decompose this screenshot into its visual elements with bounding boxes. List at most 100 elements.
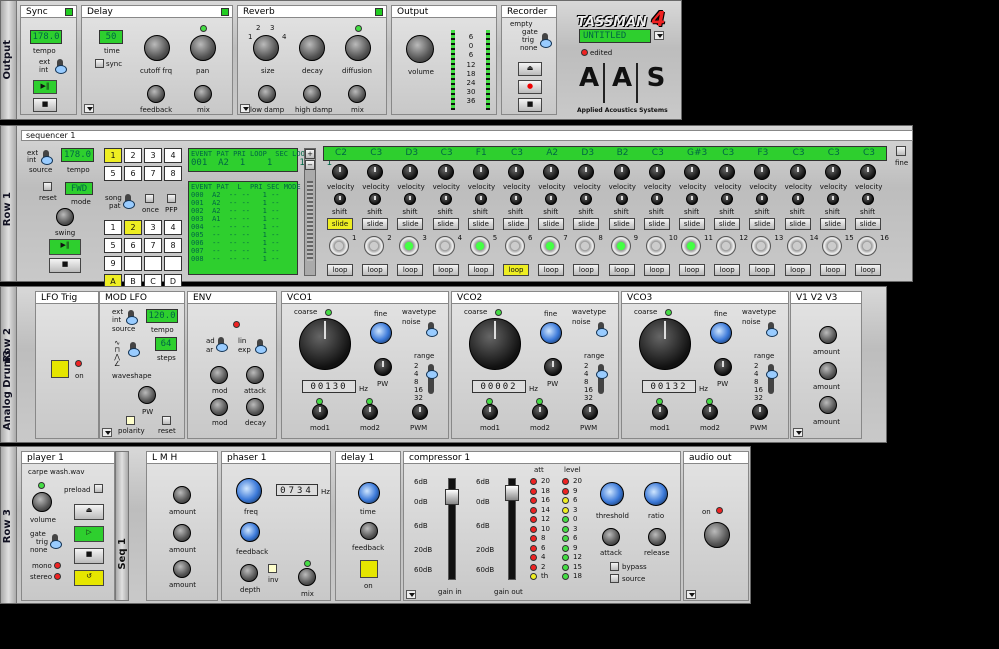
velocity-knob[interactable] xyxy=(332,164,348,180)
velocity-knob[interactable] xyxy=(719,164,736,180)
shift-knob[interactable] xyxy=(791,193,804,205)
env-lin-exp-switch[interactable] xyxy=(255,339,267,354)
slide-button[interactable]: slide xyxy=(714,218,741,230)
gain-out-fader[interactable] xyxy=(505,485,519,501)
step-note[interactable]: C2 xyxy=(335,148,347,158)
once-button[interactable] xyxy=(145,194,154,203)
slide-button[interactable]: slide xyxy=(432,218,459,230)
lmh-knob-3[interactable] xyxy=(173,560,191,578)
sync-stop-button[interactable]: ■ xyxy=(33,98,57,112)
vco-fine-knob[interactable] xyxy=(710,322,732,344)
velocity-knob[interactable] xyxy=(684,164,700,180)
phaser-depth-knob[interactable] xyxy=(240,564,258,582)
gate-button[interactable] xyxy=(364,236,385,256)
vco-mod1-knob[interactable] xyxy=(482,404,498,420)
loop-button[interactable]: loop xyxy=(432,264,459,276)
phaser-mix-knob[interactable] xyxy=(298,568,316,586)
slide-button[interactable]: slide xyxy=(643,218,670,230)
step-note[interactable]: F1 xyxy=(476,148,487,158)
shift-knob[interactable] xyxy=(862,193,874,205)
bank-pad-blank[interactable] xyxy=(164,256,182,271)
vco-pw-knob[interactable] xyxy=(714,358,732,376)
mod-lfo-pw-knob[interactable] xyxy=(138,386,156,404)
vco-wave-switch[interactable] xyxy=(596,322,608,337)
loop-button[interactable]: loop xyxy=(503,264,529,276)
song-row[interactable]: 000 A2 -- -- 1 -- xyxy=(191,191,295,199)
vco-coarse-knob[interactable] xyxy=(299,318,351,370)
env-ad-ar-switch[interactable] xyxy=(216,337,228,352)
step-note[interactable]: C3 xyxy=(652,148,664,158)
vco-range-switch[interactable] xyxy=(766,364,778,394)
loop-button[interactable]: loop xyxy=(362,264,389,276)
vco-coarse-knob[interactable] xyxy=(639,318,691,370)
gate-button[interactable] xyxy=(505,236,525,256)
gain-out-track[interactable] xyxy=(505,478,519,580)
sync-source-switch[interactable] xyxy=(55,59,67,74)
recorder-eject-button[interactable]: ⏏ xyxy=(518,62,542,76)
song-row[interactable]: 005 -- -- -- 1 -- xyxy=(191,231,295,239)
song-pat-switch[interactable] xyxy=(123,194,135,209)
song-row[interactable]: 002 A2 -- -- 1 -- xyxy=(191,207,295,215)
gate-button[interactable] xyxy=(645,236,666,256)
slide-button[interactable]: slide xyxy=(467,218,494,230)
loop-button[interactable]: loop xyxy=(397,264,424,276)
vco-mod2-knob[interactable] xyxy=(702,404,718,420)
loop-button[interactable]: loop xyxy=(608,264,635,276)
shift-knob[interactable] xyxy=(580,193,593,205)
step-note[interactable]: C3 xyxy=(863,148,875,158)
shift-knob[interactable] xyxy=(686,193,698,205)
song-row[interactable]: 001 A2 -- -- 1 -- xyxy=(191,199,295,207)
player-loop-button[interactable]: ↺ xyxy=(74,570,104,586)
loop-button[interactable]: loop xyxy=(573,264,600,276)
mod-lfo-menu-arrow[interactable] xyxy=(102,428,112,437)
delay-menu-arrow[interactable] xyxy=(84,104,94,113)
output-volume-knob[interactable] xyxy=(406,35,434,63)
gate-button[interactable] xyxy=(329,236,349,256)
pattern-pad[interactable]: 7 xyxy=(144,166,162,181)
gate-button[interactable] xyxy=(610,236,631,256)
seq-play-button[interactable]: ▶‖ xyxy=(49,239,81,255)
vco-wave-switch[interactable] xyxy=(426,322,438,337)
sync-play-button[interactable]: ▶‖ xyxy=(33,80,57,94)
shift-knob[interactable] xyxy=(615,193,628,205)
vco-mod2-knob[interactable] xyxy=(532,404,548,420)
vco-mod1-knob[interactable] xyxy=(652,404,668,420)
reverb-menu-arrow[interactable] xyxy=(240,104,250,113)
attack-knob[interactable] xyxy=(602,528,620,546)
phaser-freq-knob[interactable] xyxy=(236,478,262,504)
player-eject-button[interactable]: ⏏ xyxy=(74,504,104,520)
slide-button[interactable]: slide xyxy=(538,218,565,230)
file-name-display[interactable]: UNTITLED xyxy=(579,29,651,43)
delay-cutoff-knob[interactable] xyxy=(144,35,170,61)
velocity-knob[interactable] xyxy=(648,164,665,180)
delay-pan-knob[interactable] xyxy=(190,35,216,61)
pattern-pad[interactable]: 8 xyxy=(164,166,182,181)
velocity-knob[interactable] xyxy=(613,164,630,180)
lmh-knob-2[interactable] xyxy=(173,524,191,542)
vco-pwm-knob[interactable] xyxy=(412,404,428,420)
slide-button[interactable]: slide xyxy=(397,218,424,230)
step-note[interactable]: C3 xyxy=(793,148,805,158)
seq-source-switch[interactable] xyxy=(41,150,53,165)
pattern-pad[interactable]: 6 xyxy=(124,166,142,181)
gate-button[interactable] xyxy=(857,236,877,256)
shift-knob[interactable] xyxy=(721,193,734,205)
loop-button[interactable]: loop xyxy=(784,264,811,276)
reverb-diffusion-knob[interactable] xyxy=(345,35,371,61)
velocity-knob[interactable] xyxy=(402,164,419,180)
step-note[interactable]: C3 xyxy=(441,148,453,158)
gate-button[interactable] xyxy=(786,236,807,256)
scroll-track[interactable] xyxy=(307,181,313,261)
loop-button[interactable]: loop xyxy=(467,264,494,276)
source-checkbox[interactable] xyxy=(610,574,619,583)
velocity-knob[interactable] xyxy=(543,164,560,180)
release-knob[interactable] xyxy=(648,528,666,546)
pattern-pad[interactable]: 1 xyxy=(104,148,122,163)
step-note[interactable]: B2 xyxy=(617,148,629,158)
song-table[interactable]: EVENT PAT L PRI SEC MODE 000 A2 -- -- 1 -… xyxy=(188,181,301,275)
bank-pad[interactable]: 7 xyxy=(144,238,162,253)
scroll-minus[interactable]: − xyxy=(305,160,315,170)
recorder-mode-switch[interactable] xyxy=(540,33,552,48)
gate-button[interactable] xyxy=(434,236,455,256)
song-row[interactable]: 006 -- -- -- 1 -- xyxy=(191,239,295,247)
